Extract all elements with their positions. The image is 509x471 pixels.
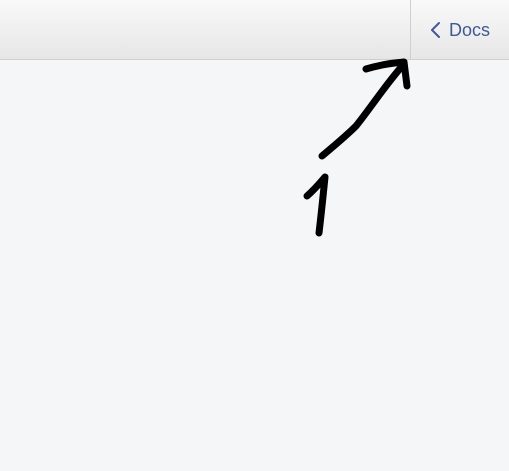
main-content-area	[0, 60, 509, 471]
chevron-left-icon	[429, 21, 441, 39]
back-to-docs-button[interactable]: Docs	[411, 0, 509, 60]
top-toolbar: Docs	[0, 0, 509, 60]
back-button-label: Docs	[449, 19, 491, 40]
